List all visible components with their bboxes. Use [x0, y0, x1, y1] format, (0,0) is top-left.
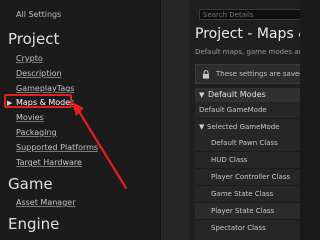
row-label: Selected GameMode [207, 123, 280, 131]
row-default-pawn-class[interactable]: Default Pawn Class [195, 135, 300, 151]
row-label: Spectator Class [211, 224, 266, 232]
config-notice-text: These settings are saved in DefaultEngin… [216, 70, 300, 78]
panel-gutter [161, 0, 189, 240]
page-title: Project - Maps & Modes [195, 26, 300, 42]
row-label: Default Pawn Class [211, 139, 278, 147]
row-label: Player State Class [211, 207, 275, 215]
config-notice-bar: These settings are saved in DefaultEngin… [195, 64, 300, 84]
details-tree: ▼ Default Modes Default GameMode ▼ Selec… [195, 88, 300, 240]
search-details-input[interactable] [199, 9, 300, 20]
nav-item-asset-manager[interactable]: Asset Manager [16, 198, 75, 207]
section-title-game[interactable]: Game [8, 175, 53, 193]
category-default-modes[interactable]: ▼ Default Modes [195, 88, 300, 102]
row-label: Game State Class [211, 190, 274, 198]
nav-item-gameplaytags[interactable]: GameplayTags [16, 84, 74, 93]
annotation-arrow [72, 102, 128, 190]
row-default-gamemode[interactable]: Default GameMode [195, 102, 300, 118]
annotation-highlight-box [4, 94, 72, 108]
expand-arrow-icon[interactable]: ▼ [199, 123, 204, 131]
details-panel: Project - Maps & Modes Default maps, gam… [189, 0, 300, 240]
row-label: Default GameMode [199, 106, 267, 114]
expand-arrow-icon[interactable]: ▼ [199, 91, 204, 99]
section-title-project[interactable]: Project [8, 30, 59, 48]
nav-item-movies[interactable]: Movies [16, 113, 44, 122]
all-settings-link[interactable]: All Settings [16, 10, 61, 19]
nav-item-crypto[interactable]: Crypto [16, 54, 43, 63]
row-selected-gamemode[interactable]: ▼ Selected GameMode [195, 119, 300, 135]
row-player-controller-class[interactable]: Player Controller Class [195, 169, 300, 185]
row-game-state-class[interactable]: Game State Class [195, 186, 300, 202]
settings-nav-panel: All Settings Project Crypto Description … [0, 0, 160, 240]
nav-item-description[interactable]: Description [16, 69, 62, 78]
category-label: Default Modes [208, 90, 266, 99]
row-player-state-class[interactable]: Player State Class [195, 203, 300, 219]
page-description: Default maps, game modes and other map r… [195, 48, 300, 56]
section-title-engine[interactable]: Engine [8, 215, 59, 233]
row-hud-class[interactable]: HUD Class [195, 152, 300, 168]
row-label: Player Controller Class [211, 173, 291, 181]
lock-icon [203, 70, 209, 79]
nav-item-packaging[interactable]: Packaging [16, 128, 57, 137]
row-spectator-class[interactable]: Spectator Class [195, 220, 300, 236]
row-label: HUD Class [211, 156, 248, 164]
